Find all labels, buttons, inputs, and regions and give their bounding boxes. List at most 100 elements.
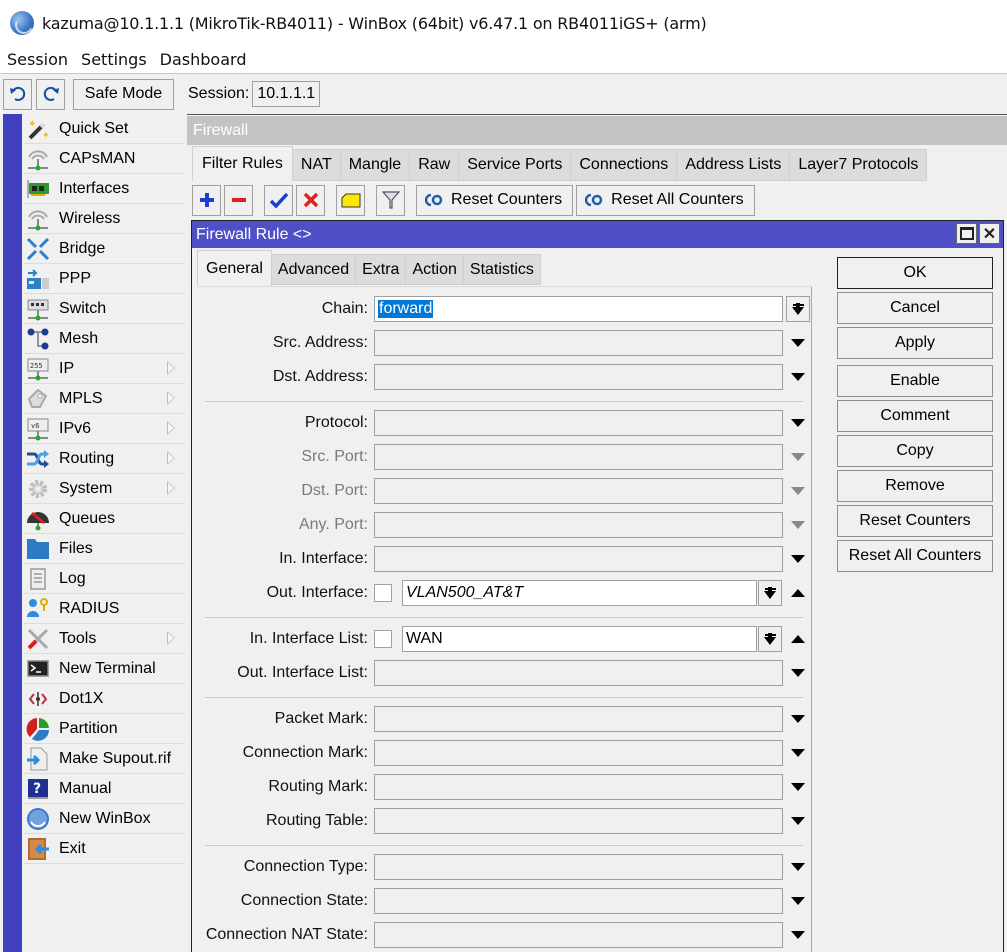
tab-mangle[interactable]: Mangle (340, 149, 411, 181)
sidebar-item-bridge[interactable]: Bridge (24, 234, 185, 264)
safe-mode-button[interactable]: Safe Mode (73, 78, 174, 110)
in-interface-list-select[interactable]: WAN (402, 626, 757, 652)
expand-arrow-icon[interactable] (791, 715, 805, 723)
maximize-button[interactable] (956, 223, 977, 244)
dst-address-input[interactable] (374, 364, 783, 390)
out-interface-list-input[interactable] (374, 660, 783, 686)
tab-connections[interactable]: Connections (571, 149, 678, 181)
protocol-input[interactable] (374, 410, 783, 436)
menu-session[interactable]: Session (7, 50, 68, 69)
tab-general[interactable]: General (197, 250, 272, 286)
sidebar-item-ip[interactable]: 255 IP (24, 354, 185, 384)
src-address-input[interactable] (374, 330, 783, 356)
tab-action[interactable]: Action (406, 254, 464, 285)
expand-arrow-icon[interactable] (791, 863, 805, 871)
expand-arrow-icon[interactable] (791, 931, 805, 939)
in-interface-list-dropdown-button[interactable] (758, 626, 782, 652)
remove-button[interactable] (224, 184, 253, 216)
remove-rule-button[interactable]: Remove (837, 470, 993, 502)
filter-button[interactable] (376, 184, 405, 216)
copy-rule-button[interactable]: Copy (837, 435, 993, 467)
tab-extra[interactable]: Extra (356, 254, 407, 285)
connection-nat-state-input[interactable] (374, 922, 783, 948)
sidebar-item-dot1x[interactable]: Dot1X (24, 684, 185, 714)
collapse-arrow-icon[interactable] (791, 635, 805, 643)
add-button[interactable] (192, 184, 221, 216)
enable-button[interactable] (264, 184, 293, 216)
sidebar-item-switch[interactable]: Switch (24, 294, 185, 324)
in-interface-input[interactable] (374, 546, 783, 572)
expand-arrow-icon[interactable] (791, 555, 805, 563)
out-interface-negate-checkbox[interactable] (374, 584, 392, 602)
mesh-icon (26, 327, 50, 351)
apply-button[interactable]: Apply (837, 327, 993, 359)
out-interface-dropdown-button[interactable] (758, 580, 782, 606)
sidebar-item-wireless[interactable]: Wireless (24, 204, 185, 234)
chain-input[interactable]: forward (374, 296, 783, 322)
enable-rule-button[interactable]: Enable (837, 365, 993, 397)
expand-arrow-icon[interactable] (791, 419, 805, 427)
sidebar-item-log[interactable]: Log (24, 564, 185, 594)
connection-mark-input[interactable] (374, 740, 783, 766)
expand-arrow-icon[interactable] (791, 749, 805, 757)
out-interface-row: Out. Interface: VLAN500_AT&T (197, 580, 812, 608)
tab-address-lists[interactable]: Address Lists (677, 149, 791, 181)
reset-all-counters-button[interactable]: Reset All Counters (576, 184, 755, 216)
packet-mark-input[interactable] (374, 706, 783, 732)
tab-filter-rules[interactable]: Filter Rules (192, 146, 293, 181)
sidebar-item-mesh[interactable]: Mesh (24, 324, 185, 354)
expand-arrow-icon[interactable] (791, 373, 805, 381)
undo-button[interactable] (3, 78, 32, 110)
sidebar-item-mpls[interactable]: MPLS (24, 384, 185, 414)
redo-button[interactable] (36, 78, 65, 110)
sidebar-item-new-winbox[interactable]: New WinBox (24, 804, 185, 834)
sidebar-item-system[interactable]: System (24, 474, 185, 504)
sidebar-item-new-terminal[interactable]: New Terminal (24, 654, 185, 684)
sidebar-item-queues[interactable]: Queues (24, 504, 185, 534)
sidebar-item-routing[interactable]: Routing (24, 444, 185, 474)
expand-arrow-icon[interactable] (791, 783, 805, 791)
sidebar-item-make-supout[interactable]: Make Supout.rif (24, 744, 185, 774)
tab-raw[interactable]: Raw (410, 149, 460, 181)
connection-state-input[interactable] (374, 888, 783, 914)
chain-dropdown-button[interactable] (786, 296, 810, 322)
expand-arrow-icon[interactable] (791, 669, 805, 677)
menu-dashboard[interactable]: Dashboard (160, 50, 247, 69)
disable-button[interactable] (296, 184, 325, 216)
sidebar-item-manual[interactable]: ? Manual (24, 774, 185, 804)
expand-arrow-icon[interactable] (791, 817, 805, 825)
reset-all-rule-counters-button[interactable]: Reset All Counters (837, 540, 993, 572)
sidebar-item-tools[interactable]: Tools (24, 624, 185, 654)
sidebar-item-radius[interactable]: RADIUS (24, 594, 185, 624)
sidebar-item-exit[interactable]: Exit (24, 834, 185, 864)
tab-layer7-protocols[interactable]: Layer7 Protocols (790, 149, 928, 181)
in-interface-list-negate-checkbox[interactable] (374, 630, 392, 648)
reset-counters-button[interactable]: Reset Counters (416, 184, 574, 216)
tab-advanced[interactable]: Advanced (271, 254, 357, 285)
comment-button[interactable] (336, 184, 365, 216)
routing-mark-input[interactable] (374, 774, 783, 800)
menu-settings[interactable]: Settings (81, 50, 147, 69)
expand-arrow-icon[interactable] (791, 339, 805, 347)
connection-type-input[interactable] (374, 854, 783, 880)
sidebar-item-partition[interactable]: Partition (24, 714, 185, 744)
collapse-arrow-icon[interactable] (791, 589, 805, 597)
tab-statistics[interactable]: Statistics (463, 254, 541, 285)
ok-button[interactable]: OK (837, 257, 993, 289)
reset-rule-counters-button[interactable]: Reset Counters (837, 505, 993, 537)
sidebar-item-ipv6[interactable]: v6 IPv6 (24, 414, 185, 444)
sidebar-item-ppp[interactable]: PPP (24, 264, 185, 294)
sidebar-item-capsman[interactable]: CAPsMAN (24, 144, 185, 174)
routing-table-input[interactable] (374, 808, 783, 834)
close-button[interactable]: ✕ (979, 223, 1000, 244)
out-interface-select[interactable]: VLAN500_AT&T (402, 580, 757, 606)
sidebar-item-quick-set[interactable]: ✦ ✦ Quick Set (24, 114, 185, 144)
comment-rule-button[interactable]: Comment (837, 400, 993, 432)
sidebar-item-interfaces[interactable]: Interfaces (24, 174, 185, 204)
cancel-button[interactable]: Cancel (837, 292, 993, 324)
tab-service-ports[interactable]: Service Ports (459, 149, 572, 181)
dialog-title-bar[interactable]: Firewall Rule <> (192, 221, 1003, 248)
expand-arrow-icon[interactable] (791, 897, 805, 905)
tab-nat[interactable]: NAT (292, 149, 341, 181)
sidebar-item-files[interactable]: Files (24, 534, 185, 564)
